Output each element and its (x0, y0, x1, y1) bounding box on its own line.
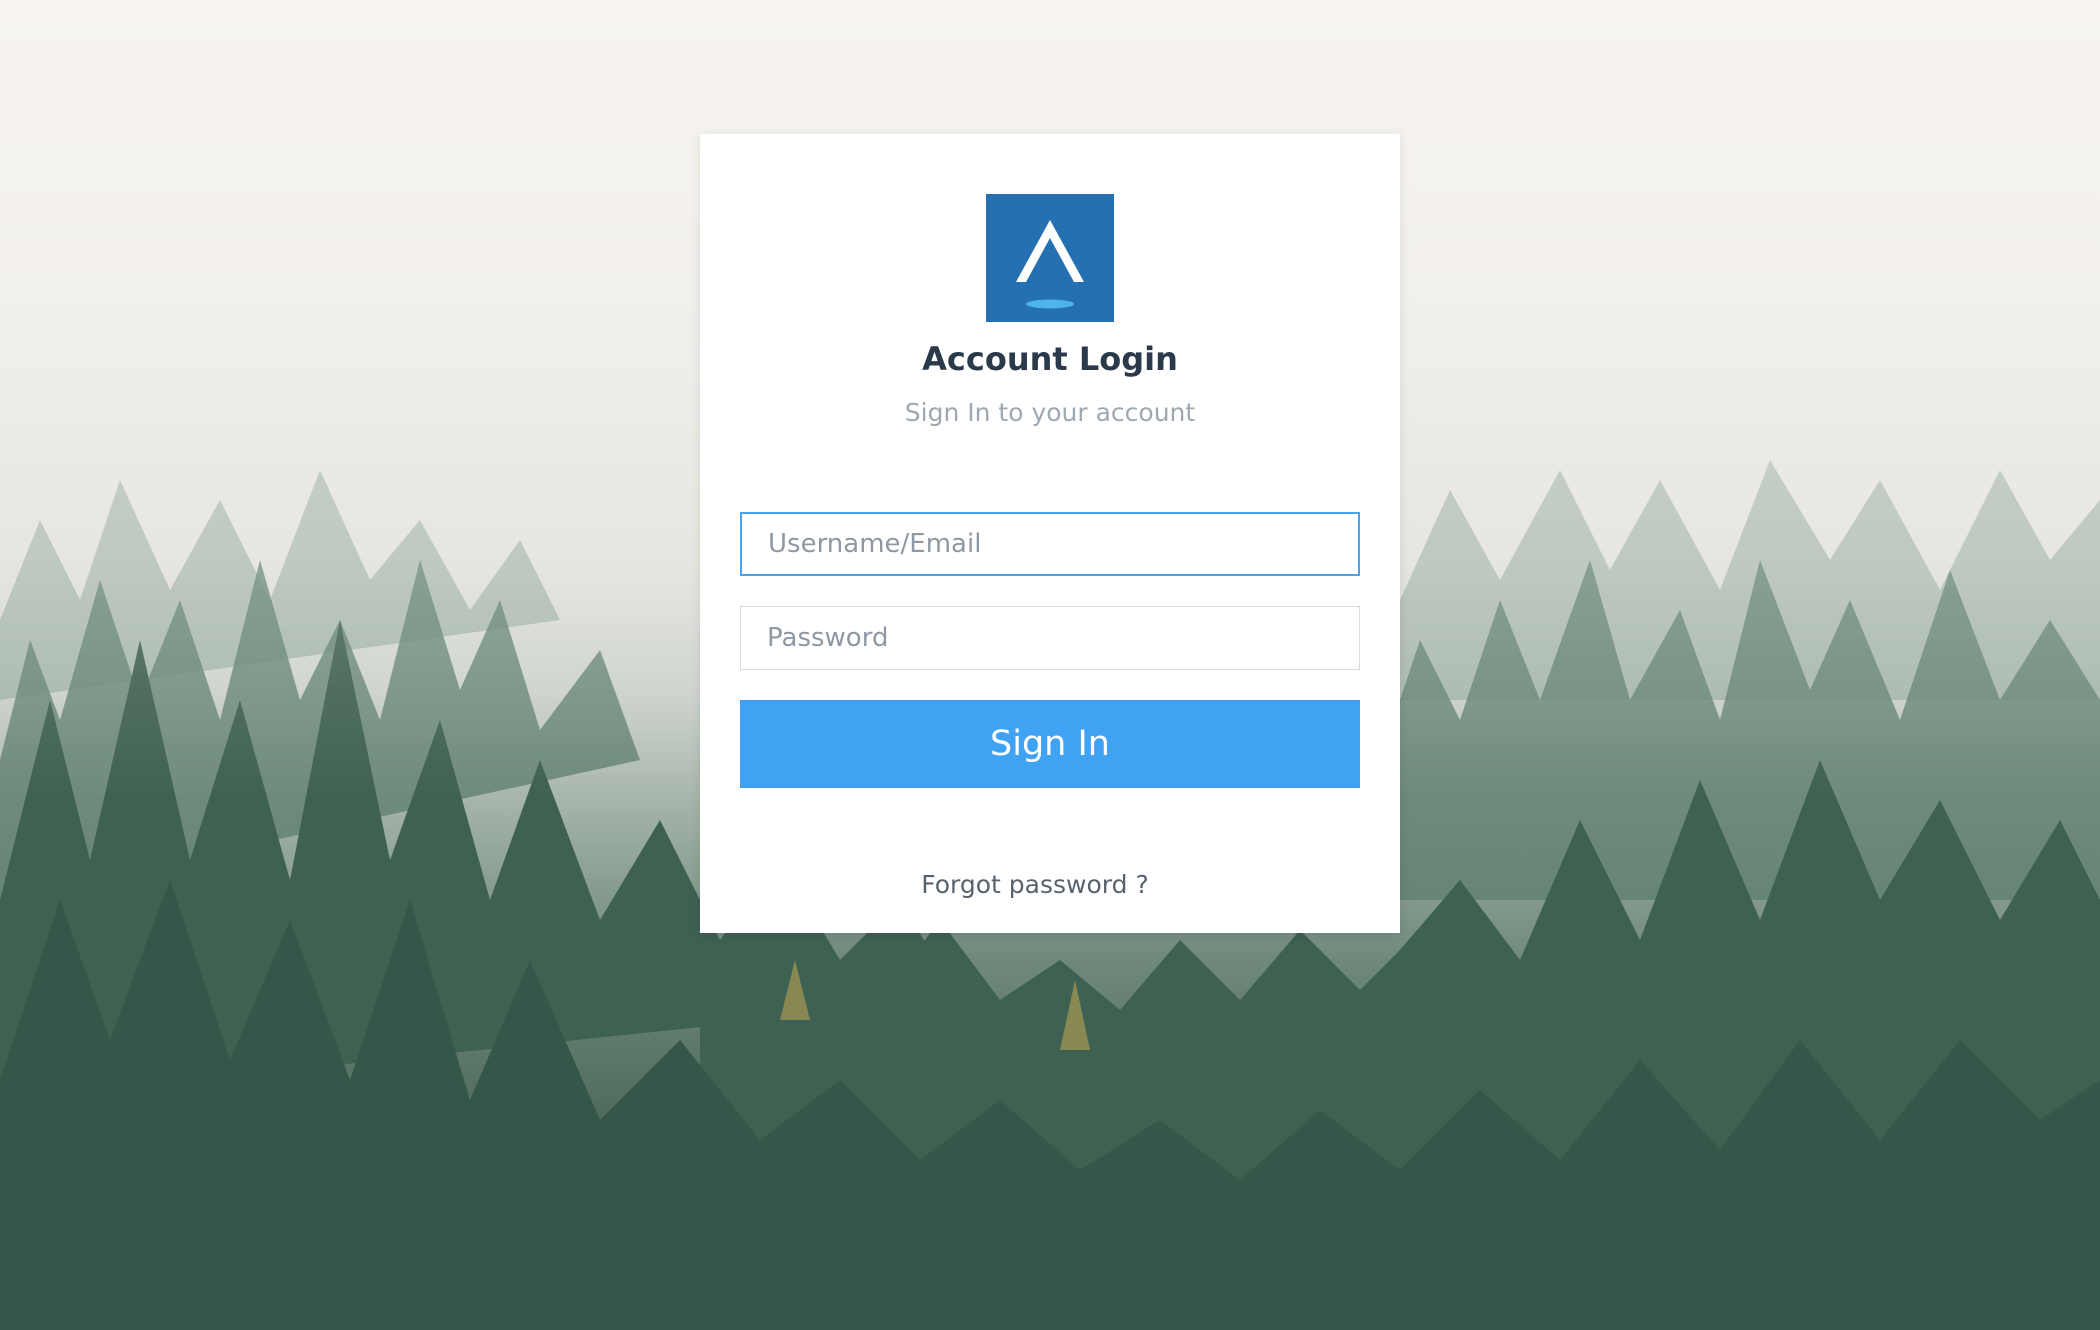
logo-mark (1016, 220, 1084, 309)
sign-in-button[interactable]: Sign In (740, 700, 1360, 788)
login-card: Account Login Sign In to your account Si… (700, 134, 1400, 933)
page-title: Account Login (922, 340, 1178, 378)
a-logo-icon (986, 194, 1114, 322)
forgot-password-link[interactable]: Forgot password ? (700, 870, 1370, 899)
page-subtitle: Sign In to your account (904, 398, 1196, 427)
username-input[interactable] (740, 512, 1360, 576)
password-input[interactable] (740, 606, 1360, 670)
